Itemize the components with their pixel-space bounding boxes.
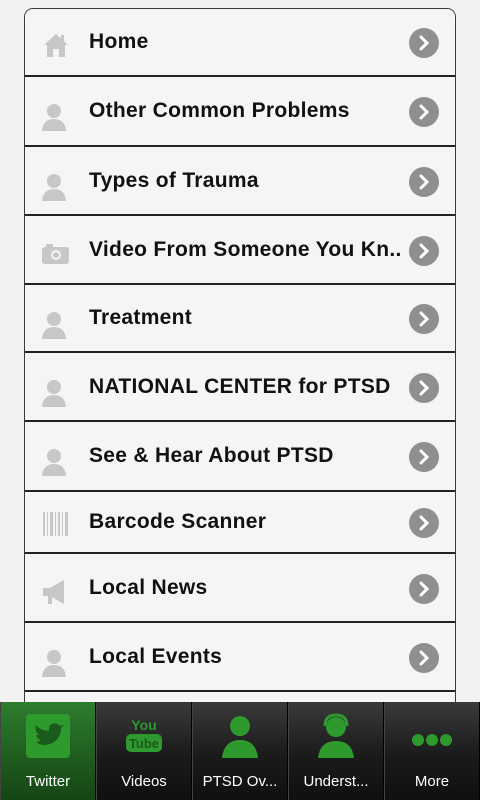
menu-item-types-of-trauma[interactable]: Types of Trauma xyxy=(25,147,455,216)
tab-more[interactable]: More xyxy=(384,702,480,800)
megaphone-icon xyxy=(43,580,64,604)
menu-item-see-hear[interactable]: See & Hear About PTSD xyxy=(25,422,455,492)
person-headset-icon xyxy=(318,713,354,758)
menu-item-local-news[interactable]: Local News xyxy=(25,554,455,623)
chevron-right-icon xyxy=(409,236,439,266)
menu-item-label: Home xyxy=(89,30,149,53)
chevron-right-icon xyxy=(409,508,439,538)
menu-item-label: See & Hear About PTSD xyxy=(89,444,334,467)
barcode-icon xyxy=(43,512,68,536)
twitter-icon xyxy=(26,714,70,758)
person-icon xyxy=(42,449,66,476)
person-icon xyxy=(42,380,66,407)
tab-understanding[interactable]: Underst... xyxy=(288,702,384,800)
chevron-right-icon xyxy=(409,97,439,127)
menu-item-label: Types of Trauma xyxy=(89,168,259,192)
youtube-icon: You Tube xyxy=(126,717,162,752)
svg-text:Tube: Tube xyxy=(129,736,159,751)
menu-item-treatment[interactable]: Treatment xyxy=(25,285,455,353)
menu-list: Home Other Common Problems Types of Trau… xyxy=(24,8,456,708)
camera-icon xyxy=(42,244,69,264)
person-icon xyxy=(42,650,66,677)
tab-label: Twitter xyxy=(25,773,71,790)
chevron-right-icon xyxy=(409,167,439,197)
menu-item-label: Local Events xyxy=(89,644,223,668)
menu-item-label: Local News xyxy=(89,575,208,599)
person-icon xyxy=(42,312,66,339)
tab-label: More xyxy=(414,773,450,790)
menu-item-label: Treatment xyxy=(89,306,193,329)
person-icon xyxy=(42,104,66,131)
person-icon xyxy=(222,716,258,758)
chevron-right-icon xyxy=(409,28,439,58)
tab-bar: Twitter You Tube Videos PTSD Ov... Under… xyxy=(0,702,480,800)
menu-item-label: Video From Someone You Kn... xyxy=(89,237,401,261)
more-dots-icon xyxy=(412,734,452,746)
chevron-right-icon xyxy=(409,442,439,472)
person-icon xyxy=(42,174,66,201)
tab-videos[interactable]: You Tube Videos xyxy=(96,702,192,800)
tab-label: Videos xyxy=(121,773,167,790)
menu-item-local-events[interactable]: Local Events xyxy=(25,623,455,692)
tab-ptsd-overview[interactable]: PTSD Ov... xyxy=(192,702,288,800)
menu-item-home[interactable]: Home xyxy=(25,9,455,77)
svg-text:You: You xyxy=(131,717,156,733)
menu-item-other-common-problems[interactable]: Other Common Problems xyxy=(25,77,455,147)
tab-twitter[interactable]: Twitter xyxy=(0,702,96,800)
chevron-right-icon xyxy=(409,574,439,604)
menu-item-national-center[interactable]: NATIONAL CENTER for PTSD xyxy=(25,353,455,422)
home-icon xyxy=(44,34,68,57)
menu-item-video[interactable]: Video From Someone You Kn... xyxy=(25,216,455,285)
chevron-right-icon xyxy=(409,643,439,673)
chevron-right-icon xyxy=(409,373,439,403)
tab-label: Underst... xyxy=(303,773,369,790)
menu-item-label: NATIONAL CENTER for PTSD xyxy=(89,374,391,398)
menu-item-label: Other Common Problems xyxy=(89,99,350,122)
chevron-right-icon xyxy=(409,304,439,334)
menu-item-label: Barcode Scanner xyxy=(89,510,267,533)
menu-item-barcode-scanner[interactable]: Barcode Scanner xyxy=(25,492,455,554)
tab-label: PTSD Ov... xyxy=(202,773,278,790)
